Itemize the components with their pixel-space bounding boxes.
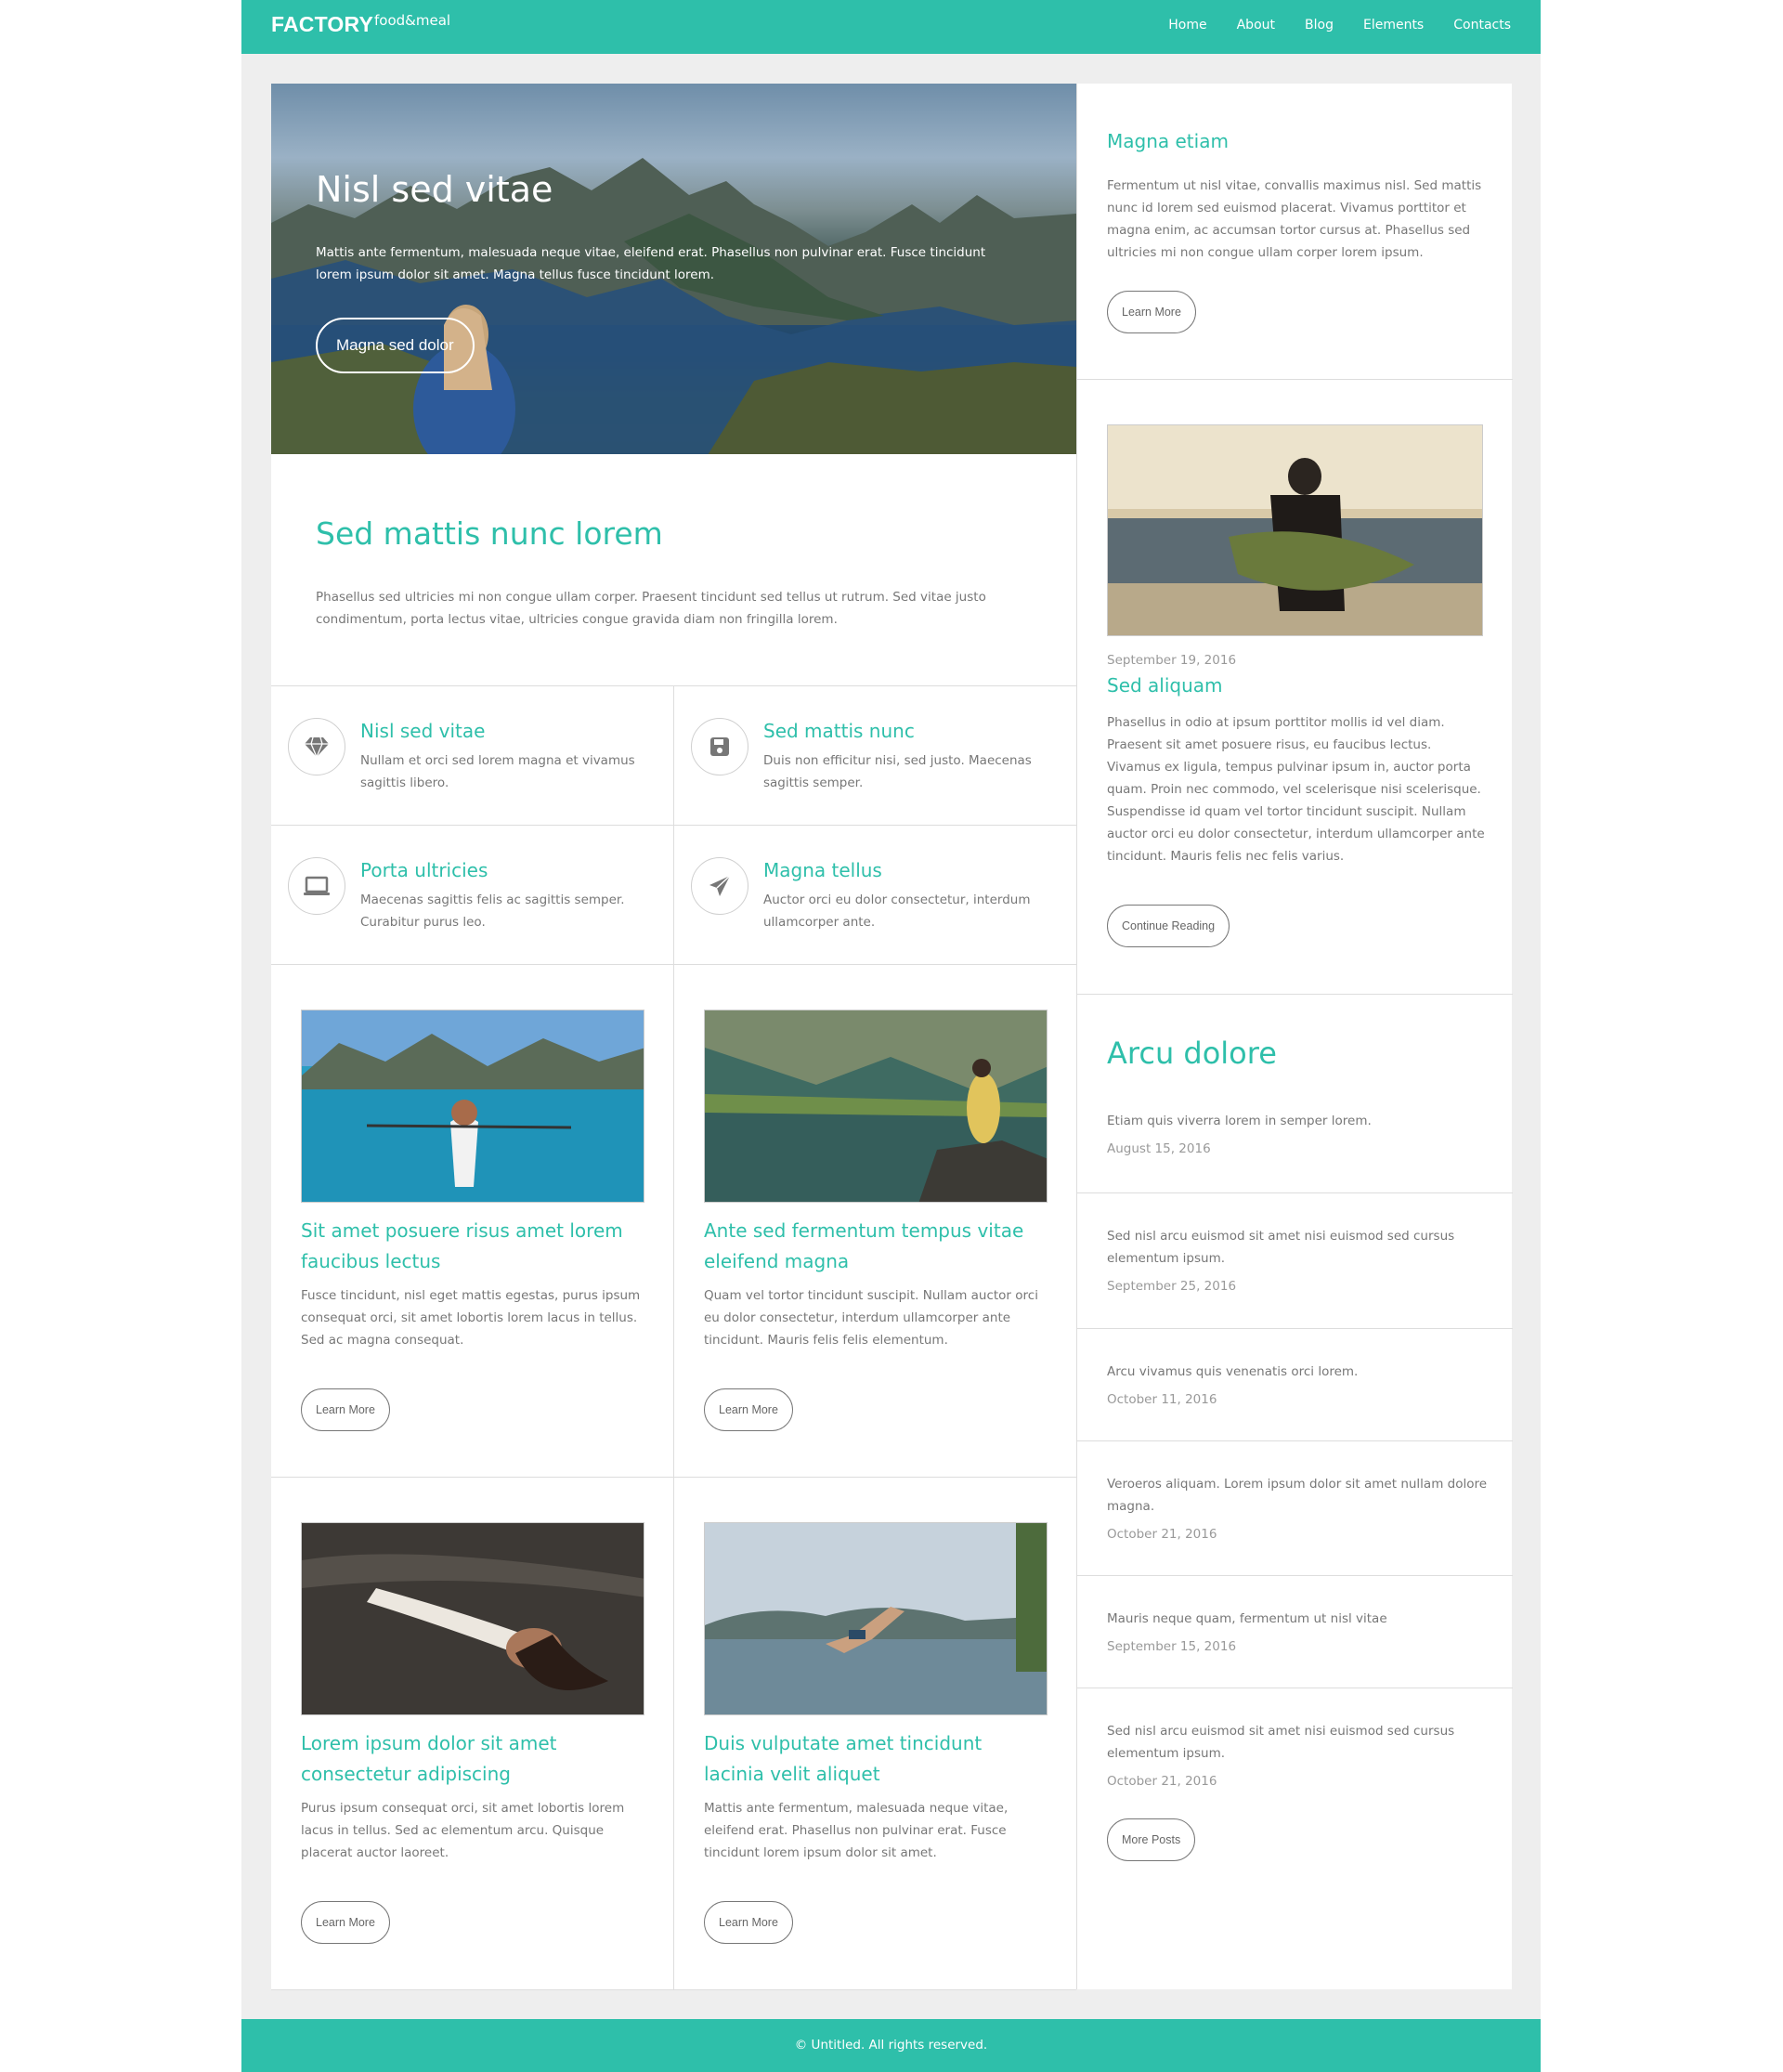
arcu-item-text[interactable]: Veroeros aliquam. Lorem ipsum dolor sit … (1107, 1473, 1488, 1518)
article-date: September 19, 2016 (1107, 653, 1237, 668)
content-card: Nisl sed vitae Mattis ante fermentum, ma… (271, 84, 1513, 1990)
main-column: Nisl sed vitae Mattis ante fermentum, ma… (271, 84, 1076, 1990)
save-icon (691, 718, 748, 775)
learn-more-button[interactable]: Learn More (301, 1901, 390, 1944)
intro-section: Sed mattis nunc lorem Phasellus sed ultr… (271, 454, 1076, 686)
intro-title: Sed mattis nunc lorem (316, 515, 663, 552)
hero-button[interactable]: Magna sed dolor (316, 318, 475, 373)
post-card: Ante sed fermentum tempus vitae eleifend… (673, 965, 1076, 1478)
post-image-kayak[interactable] (301, 1010, 644, 1203)
arcu-item-text[interactable]: Etiam quis viverra lorem in semper lorem… (1107, 1110, 1488, 1132)
arcu-item-text[interactable]: Sed nisl arcu euismod sit amet nisi euis… (1107, 1720, 1488, 1765)
paper-plane-icon (691, 857, 748, 915)
arcu-title: Arcu dolore (1107, 1036, 1277, 1071)
post-title[interactable]: Lorem ipsum dolor sit amet consectetur a… (301, 1728, 644, 1790)
feature-text: Nullam et orci sed lorem magna et vivamu… (360, 753, 635, 790)
nav-home[interactable]: Home (1168, 18, 1206, 33)
post-image-water-woman[interactable] (301, 1522, 644, 1715)
feature-title: Sed mattis nunc (763, 720, 915, 742)
post-title[interactable]: Ante sed fermentum tempus vitae eleifend… (704, 1216, 1048, 1277)
feature-title: Magna tellus (763, 859, 882, 881)
nav-contacts[interactable]: Contacts (1453, 18, 1511, 33)
sidebar-magna-text: Fermentum ut nisl vitae, convallis maxim… (1107, 178, 1482, 260)
arcu-item-text[interactable]: Mauris neque quam, fermentum ut nisl vit… (1107, 1608, 1488, 1630)
arcu-item: Veroeros aliquam. Lorem ipsum dolor sit … (1077, 1441, 1513, 1576)
arcu-item-date: October 21, 2016 (1107, 1527, 1217, 1542)
sidebar-article-section: September 19, 2016 Sed aliquam Phasellus… (1077, 380, 1513, 995)
arcu-item: Arcu vivamus quis venenatis orci lorem. … (1077, 1329, 1513, 1441)
arcu-item-date: October 21, 2016 (1107, 1774, 1217, 1789)
diamond-icon (288, 718, 345, 775)
feature-item: Nisl sed vitae Nullam et orci sed lorem … (271, 686, 674, 826)
article-text: Phasellus in odio at ipsum porttitor mol… (1107, 715, 1485, 864)
sidebar: Magna etiam Fermentum ut nisl vitae, con… (1076, 84, 1513, 1989)
intro-text: Phasellus sed ultricies mi non congue ul… (316, 590, 986, 627)
post-card: Duis vulputate amet tincidunt lacinia ve… (673, 1478, 1076, 1990)
feature-title: Nisl sed vitae (360, 720, 486, 742)
arcu-item-date: August 15, 2016 (1107, 1141, 1211, 1156)
post-title[interactable]: Sit amet posuere risus amet lorem faucib… (301, 1216, 644, 1277)
post-text: Mattis ante fermentum, malesuada neque v… (704, 1801, 1009, 1860)
arcu-item-date: September 25, 2016 (1107, 1279, 1237, 1294)
arcu-item: Sed nisl arcu euismod sit amet nisi euis… (1077, 1193, 1513, 1329)
hero-title: Nisl sed vitae (316, 169, 553, 210)
learn-more-button[interactable]: Learn More (301, 1388, 390, 1431)
site-logo-subtitle: food&meal (374, 12, 451, 29)
feature-text: Duis non efficitur nisi, sed justo. Maec… (763, 753, 1032, 790)
feature-title: Porta ultricies (360, 859, 488, 881)
more-posts-button[interactable]: More Posts (1107, 1818, 1196, 1861)
main-nav: Home About Blog Elements Contacts (1168, 18, 1511, 33)
feature-item: Magna tellus Auctor orci eu dolor consec… (673, 826, 1076, 965)
post-text: Purus ipsum consequat orci, sit amet lob… (301, 1801, 625, 1860)
nav-blog[interactable]: Blog (1305, 18, 1334, 33)
arcu-item: Mauris neque quam, fermentum ut nisl vit… (1077, 1576, 1513, 1688)
article-image-surfer[interactable] (1107, 424, 1483, 636)
feature-text: Maecenas sagittis felis ac sagittis semp… (360, 893, 625, 930)
laptop-icon (288, 857, 345, 915)
article-title[interactable]: Sed aliquam (1107, 674, 1223, 697)
hero-banner: Nisl sed vitae Mattis ante fermentum, ma… (271, 84, 1076, 454)
learn-more-button[interactable]: Learn More (704, 1388, 793, 1431)
post-text: Quam vel tortor tincidunt suscipit. Null… (704, 1288, 1038, 1348)
sidebar-magna-section: Magna etiam Fermentum ut nisl vitae, con… (1077, 84, 1513, 380)
sidebar-learn-more-button[interactable]: Learn More (1107, 291, 1196, 333)
page: FACTORY food&meal Home About Blog Elemen… (241, 0, 1541, 2072)
sidebar-magna-title: Magna etiam (1107, 130, 1229, 152)
nav-elements[interactable]: Elements (1363, 18, 1424, 33)
arcu-item-text[interactable]: Arcu vivamus quis venenatis orci lorem. (1107, 1361, 1488, 1383)
arcu-item-last: Sed nisl arcu euismod sit amet nisi euis… (1077, 1688, 1513, 1989)
nav-about[interactable]: About (1237, 18, 1275, 33)
feature-text: Auctor orci eu dolor consectetur, interd… (763, 893, 1031, 930)
post-text: Fusce tincidunt, nisl eget mattis egesta… (301, 1288, 641, 1348)
feature-item: Porta ultricies Maecenas sagittis felis … (271, 826, 674, 965)
arcu-header-section: Arcu dolore Etiam quis viverra lorem in … (1077, 995, 1513, 1193)
arcu-item-text[interactable]: Sed nisl arcu euismod sit amet nisi euis… (1107, 1225, 1488, 1270)
post-image-lake[interactable] (704, 1010, 1048, 1203)
feature-item: Sed mattis nunc Duis non efficitur nisi,… (673, 686, 1076, 826)
post-image-dive[interactable] (704, 1522, 1048, 1715)
post-card: Sit amet posuere risus amet lorem faucib… (271, 965, 674, 1478)
learn-more-button[interactable]: Learn More (704, 1901, 793, 1944)
arcu-item-date: September 15, 2016 (1107, 1639, 1237, 1654)
post-title[interactable]: Duis vulputate amet tincidunt lacinia ve… (704, 1728, 1048, 1790)
continue-reading-button[interactable]: Continue Reading (1107, 905, 1230, 947)
arcu-item-date: October 11, 2016 (1107, 1392, 1217, 1407)
site-footer: © Untitled. All rights reserved. (241, 2019, 1541, 2072)
copyright-text: © Untitled. All rights reserved. (794, 2038, 988, 2052)
hero-text: Mattis ante fermentum, malesuada neque v… (316, 245, 986, 282)
site-header: FACTORY food&meal Home About Blog Elemen… (241, 0, 1541, 54)
site-logo[interactable]: FACTORY (271, 12, 373, 37)
post-card: Lorem ipsum dolor sit amet consectetur a… (271, 1478, 674, 1990)
